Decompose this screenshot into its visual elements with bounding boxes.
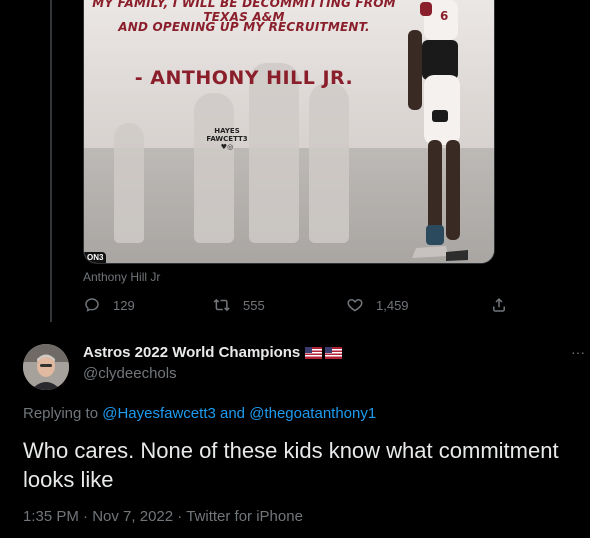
tweet-metadata: 1:35 PM · Nov 7, 2022 · Twitter for iPho… <box>23 508 303 525</box>
tweet-date[interactable]: Nov 7, 2022 <box>92 508 173 525</box>
retweet-icon <box>213 298 230 312</box>
mention-link-hayesfawcett3[interactable]: @Hayesfawcett3 <box>102 405 216 422</box>
meta-separator: · <box>83 508 89 525</box>
background-player <box>249 63 299 243</box>
background-player <box>194 93 234 243</box>
football-player-figure: 6 <box>408 0 468 261</box>
watermark-line-1: HAYES <box>214 127 240 135</box>
background-player <box>114 123 144 243</box>
avatar[interactable] <box>23 344 69 390</box>
like-action[interactable]: 1,459 <box>346 296 409 314</box>
tweet-time[interactable]: 1:35 PM <box>23 508 79 525</box>
retweet-count: 555 <box>243 297 265 313</box>
more-options-button[interactable]: ··· <box>568 344 588 362</box>
meta-separator: · <box>177 508 183 525</box>
mention-link-thegoatanthony1[interactable]: @thegoatanthony1 <box>249 405 376 422</box>
display-name-text: Astros 2022 World Champions <box>83 344 301 361</box>
quoted-tweet-action-bar: 129 555 1,459 <box>83 296 513 318</box>
user-handle[interactable]: @clydeechols <box>83 365 177 382</box>
us-flag-icon <box>325 346 343 359</box>
quote-line-2: AND OPENING UP MY RECRUITMENT. <box>118 20 370 34</box>
jersey-number: 6 <box>440 9 448 23</box>
like-count: 1,459 <box>376 297 409 313</box>
on3-logo-badge: ON3 <box>84 252 107 263</box>
reply-count: 129 <box>113 297 135 313</box>
reply-icon <box>85 298 99 312</box>
replying-to: Replying to @Hayesfawcett3 and @thegoata… <box>23 405 376 422</box>
share-icon <box>493 297 505 312</box>
watermark-line-2: FAWCETT3 <box>206 135 248 143</box>
tweet-source[interactable]: Twitter for iPhone <box>186 508 303 525</box>
quote-author: - ANTHONY HILL JR. <box>134 67 354 89</box>
photographer-watermark: HAYES FAWCETT3 ♥◎ <box>202 127 252 151</box>
us-flag-icon <box>305 346 323 359</box>
retweet-action[interactable]: 555 <box>213 296 265 314</box>
image-caption: Anthony Hill Jr <box>83 270 161 284</box>
and-label: and <box>220 405 246 422</box>
replying-to-label: Replying to <box>23 405 99 422</box>
tweet-text: Who cares. None of these kids know what … <box>23 438 559 492</box>
share-action[interactable] <box>490 296 520 314</box>
display-name[interactable]: Astros 2022 World Champions <box>83 344 343 361</box>
reply-action[interactable]: 129 <box>83 296 135 314</box>
heart-icon <box>347 299 363 312</box>
watermark-social-icons: ♥◎ <box>220 143 234 151</box>
thread-connector-line <box>50 0 52 322</box>
quoted-tweet-image[interactable]: MY FAMILY, I WILL BE DECOMMITTING FROM T… <box>83 0 495 264</box>
avatar-photo <box>23 344 69 390</box>
background-player <box>309 83 349 243</box>
